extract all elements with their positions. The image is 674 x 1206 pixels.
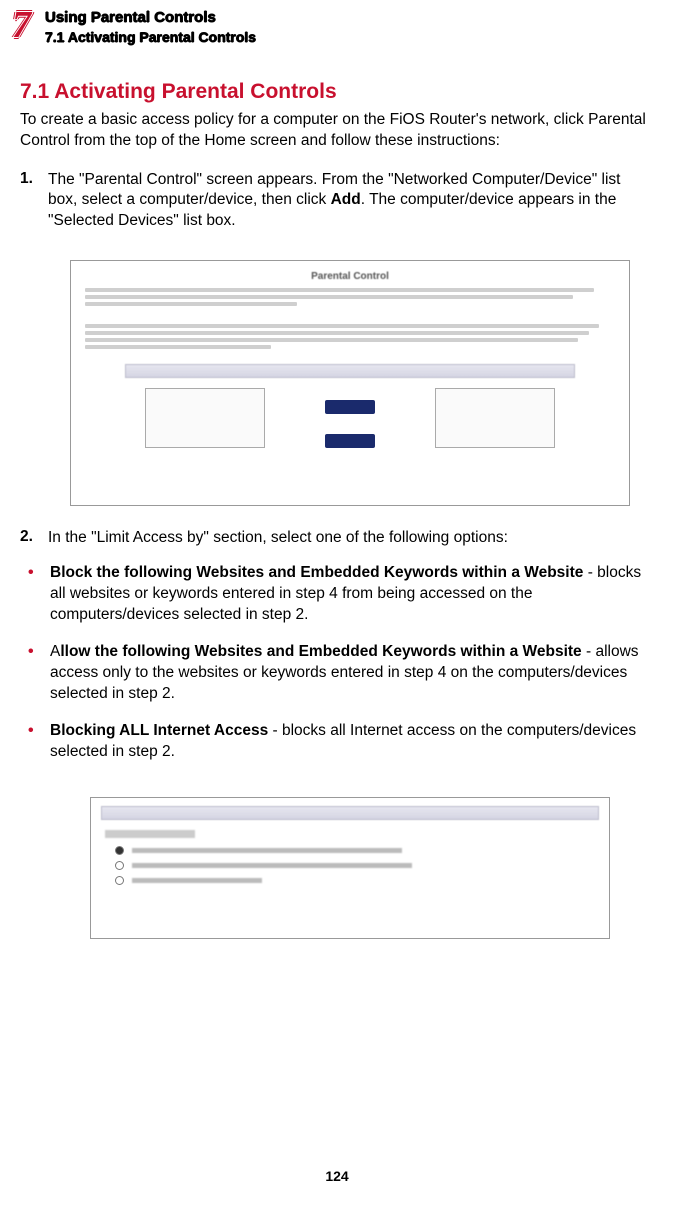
screenshot2-radio-1 — [115, 846, 599, 855]
step-1: 1. The "Parental Control" screen appears… — [20, 170, 654, 233]
bullet-dot-icon: • — [28, 563, 50, 626]
screenshot1-add-button — [325, 400, 375, 414]
radio-icon — [115, 846, 124, 855]
screenshot2-step-bar — [101, 806, 599, 820]
step-1-number: 1. — [20, 170, 48, 233]
step-2-text: In the "Limit Access by" section, select… — [48, 528, 508, 549]
screenshot1-mid-buttons — [325, 400, 375, 448]
bullet-block-all-bold: Blocking ALL Internet Access — [50, 722, 268, 739]
screenshot1-dual-lists — [85, 384, 615, 448]
chapter-title-sub: 7.1 Activating Parental Controls — [45, 28, 256, 46]
radio-icon — [115, 876, 124, 885]
bullet-block-all-text: Blocking ALL Internet Access - blocks al… — [50, 721, 654, 763]
bullet-allow-text: Allow the following Websites and Embedde… — [50, 642, 654, 705]
page-number: 124 — [0, 1168, 674, 1184]
bullet-block-bold: Block the following Websites and Embedde… — [50, 564, 583, 581]
step-2: 2. In the "Limit Access by" section, sel… — [20, 528, 654, 549]
screenshot2-radio-3-text — [132, 878, 262, 883]
page-body: 7.1 Activating Parental Controls To crea… — [0, 50, 674, 939]
screenshot1-remove-button — [325, 434, 375, 448]
screenshot2-label — [105, 830, 195, 838]
bullet-allow-pre: A — [50, 643, 60, 660]
screenshot1-blurtext — [85, 288, 615, 318]
bullet-allow: • Allow the following Websites and Embed… — [28, 642, 654, 705]
bullet-dot-icon: • — [28, 721, 50, 763]
chapter-header: 7 Using Parental Controls 7.1 Activating… — [0, 0, 674, 50]
screenshot1-left-listbox — [145, 388, 265, 448]
bullet-dot-icon: • — [28, 642, 50, 705]
screenshot2-radio-3 — [115, 876, 599, 885]
screenshot2-radio-1-text — [132, 848, 402, 853]
bullet-block: • Block the following Websites and Embed… — [28, 563, 654, 626]
chapter-number: 7 — [12, 6, 31, 44]
section-heading: 7.1 Activating Parental Controls — [20, 80, 654, 104]
step-1-text: The "Parental Control" screen appears. F… — [48, 170, 654, 233]
bullet-block-all: • Blocking ALL Internet Access - blocks … — [28, 721, 654, 763]
screenshot1-blurtext2 — [85, 324, 615, 354]
screenshot1-step-bar — [125, 364, 575, 378]
screenshot-parental-control: Parental Control — [70, 260, 630, 506]
chapter-title-main: Using Parental Controls — [45, 8, 256, 28]
bullet-block-text: Block the following Websites and Embedde… — [50, 563, 654, 626]
radio-icon — [115, 861, 124, 870]
step-1-bold: Add — [331, 191, 361, 208]
step-2-number: 2. — [20, 528, 48, 549]
screenshot1-title: Parental Control — [85, 271, 615, 282]
bullet-allow-bold: llow the following Websites and Embedded… — [60, 643, 581, 660]
screenshot-limit-access — [90, 797, 610, 939]
intro-paragraph: To create a basic access policy for a co… — [20, 110, 654, 152]
chapter-titles: Using Parental Controls 7.1 Activating P… — [45, 6, 256, 46]
screenshot1-right-listbox — [435, 388, 555, 448]
screenshot2-radio-2-text — [132, 863, 412, 868]
screenshot2-radio-2 — [115, 861, 599, 870]
